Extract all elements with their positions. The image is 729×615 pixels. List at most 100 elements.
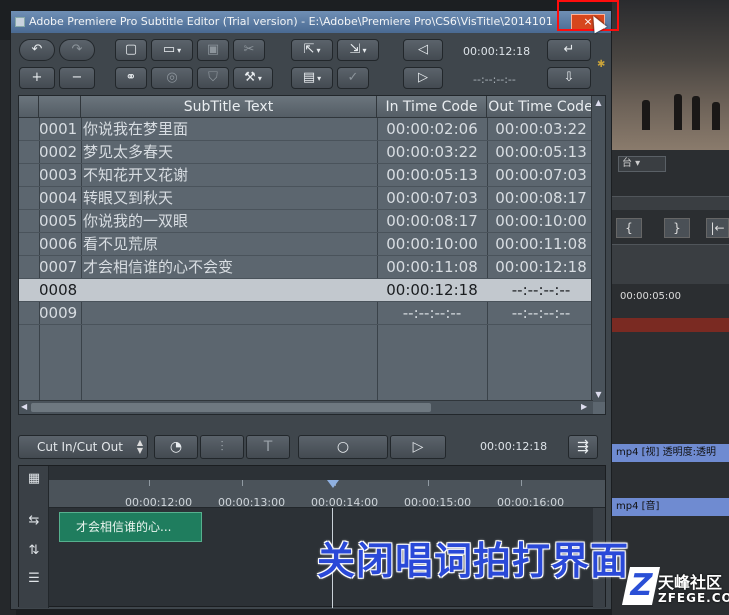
row-text[interactable]: 梦见太多春天 [81, 141, 377, 164]
shield-button[interactable]: ⛉ [197, 67, 229, 89]
table-row[interactable]: 0009 --:--:--:-- --:--:--:-- [19, 302, 593, 325]
row-out-time[interactable]: 00:00:11:08 [487, 233, 595, 256]
table-row[interactable]: 0003 不知花开又花谢 00:00:05:13 00:00:07:03 [19, 164, 593, 187]
vertical-arrows-icon[interactable]: ⇅ [25, 542, 43, 560]
table-row-selected[interactable]: 0008 00:00:12:18 --:--:--:-- [19, 279, 593, 302]
scroll-up-icon[interactable]: ▲ [594, 98, 603, 108]
gear-icon[interactable]: ✱ [597, 59, 605, 70]
go-to-in-button[interactable]: |← [706, 218, 729, 238]
mode-value: Cut In/Cut Out [37, 440, 123, 454]
table-row[interactable]: 0004 转眼又到秋天 00:00:07:03 00:00:08:17 [19, 187, 593, 210]
merge-row-button[interactable]: ⇩ [547, 67, 591, 89]
undo-button[interactable]: ↶ [19, 39, 55, 61]
open-folder-button[interactable]: ▭ ▾ [151, 39, 193, 61]
keyboard-button[interactable]: ▤ ▾ [291, 67, 333, 89]
table-vertical-scrollbar[interactable]: ▲ ▼ [591, 96, 605, 402]
bracket-right-button[interactable]: } [664, 218, 690, 238]
row-in-time[interactable]: 00:00:07:03 [377, 187, 487, 210]
row-text[interactable] [81, 279, 377, 302]
row-in-time[interactable]: 00:00:02:06 [377, 118, 487, 141]
background-audio-clip[interactable]: mp4 [音] [612, 498, 729, 516]
insert-row-button[interactable]: ↵ [547, 39, 591, 61]
background-video-clip[interactable]: mp4 [视] 透明度:透明 [612, 444, 729, 462]
ruler-label: 00:00:12:00 [125, 496, 193, 509]
row-in-time[interactable]: 00:00:05:13 [377, 164, 487, 187]
row-out-time[interactable]: 00:00:03:22 [487, 118, 595, 141]
row-out-time[interactable]: 00:00:07:03 [487, 164, 595, 187]
row-id: 0004 [39, 189, 78, 207]
add-row-button[interactable]: + [19, 67, 55, 89]
out-time-header[interactable]: Out Time Code [487, 96, 595, 118]
table-horizontal-scrollbar[interactable]: ◀ ▶ [19, 400, 593, 414]
row-text[interactable]: 你说我的一双眼 [81, 210, 377, 233]
speed-button[interactable]: ◔ [154, 435, 198, 459]
table-row[interactable]: 0007 才会相信谁的心不会变 00:00:11:08 00:00:12:18 [19, 256, 593, 279]
row-in-time[interactable]: 00:00:03:22 [377, 141, 487, 164]
row-text[interactable]: 才会相信谁的心不会变 [81, 256, 377, 279]
row-header-corner [19, 96, 39, 118]
scroll-left-icon[interactable]: ◀ [21, 402, 27, 411]
tools-button[interactable]: ⚒ ▾ [233, 67, 273, 89]
mark-out-button[interactable]: ▷ [403, 67, 443, 89]
text-tool-button[interactable]: T [246, 435, 290, 459]
table-row[interactable]: 0001 你说我在梦里面 00:00:02:06 00:00:03:22 [19, 118, 593, 141]
redo-button[interactable]: ↷ [59, 39, 95, 61]
spinner-icon[interactable]: ▲ ▼ [137, 439, 143, 455]
row-out-time[interactable]: 00:00:05:13 [487, 141, 595, 164]
scrollbar-thumb[interactable] [31, 403, 431, 412]
mode-select[interactable]: Cut In/Cut Out ▲ ▼ [18, 435, 148, 459]
scroll-right-icon[interactable]: ▶ [581, 402, 587, 411]
row-out-time[interactable]: 00:00:12:18 [487, 256, 595, 279]
scroll-down-icon[interactable]: ▼ [594, 390, 603, 400]
mark-in-icon: ◁ [418, 42, 428, 57]
new-file-button[interactable]: ▢ [115, 39, 147, 61]
subtitle-text-header[interactable]: SubTitle Text [81, 96, 377, 118]
row-text[interactable] [81, 302, 377, 325]
window-title: Adobe Premiere Pro Subtitle Editor (Tria… [29, 15, 553, 28]
remove-row-button[interactable]: − [59, 67, 95, 89]
row-text[interactable]: 你说我在梦里面 [81, 118, 377, 141]
table-row[interactable]: 0005 你说我的一双眼 00:00:08:17 00:00:10:00 [19, 210, 593, 233]
export-button[interactable]: ⇲ ▾ [337, 39, 379, 61]
window-titlebar[interactable]: Adobe Premiere Pro Subtitle Editor (Tria… [11, 11, 611, 33]
row-id: 0006 [39, 235, 78, 253]
table-row[interactable]: 0006 看不见荒原 00:00:10:00 00:00:11:08 [19, 233, 593, 256]
split-icon[interactable]: ⇆ [25, 512, 43, 530]
save-button[interactable]: ▣ [197, 39, 229, 61]
watermark-logo: Z [621, 567, 661, 605]
zoom-button[interactable]: ◎ [151, 67, 193, 89]
row-in-time[interactable]: 00:00:10:00 [377, 233, 487, 256]
row-in-time[interactable]: 00:00:11:08 [377, 256, 487, 279]
cut-button[interactable]: ✂ [233, 39, 265, 61]
row-out-time[interactable]: 00:00:08:17 [487, 187, 595, 210]
sync-button[interactable]: ⇶ [568, 435, 598, 459]
find-button[interactable]: ⚭ [115, 67, 147, 89]
row-out-time[interactable]: --:--:--:-- [487, 302, 595, 325]
check-button[interactable]: ✓ [337, 67, 369, 89]
row-text[interactable]: 转眼又到秋天 [81, 187, 377, 210]
row-text[interactable]: 看不见荒原 [81, 233, 377, 256]
subtitle-clip[interactable]: 才会相信谁的心... [59, 512, 202, 542]
highlight-box [557, 0, 619, 31]
record-button[interactable]: ○ [298, 435, 388, 459]
grid-icon[interactable]: ▦ [25, 470, 43, 488]
bracket-left-button[interactable]: { [616, 218, 642, 238]
layers-icon[interactable]: ☰ [25, 570, 43, 588]
row-out-time[interactable]: 00:00:10:00 [487, 210, 595, 233]
play-button[interactable]: ▷ [390, 435, 446, 459]
mark-in-button[interactable]: ◁ [403, 39, 443, 61]
row-text[interactable]: 不知花开又花谢 [81, 164, 377, 187]
align-button[interactable]: ⫶ [200, 435, 244, 459]
in-time-header[interactable]: In Time Code [377, 96, 487, 118]
playhead-icon[interactable] [327, 480, 339, 488]
table-row[interactable]: 0002 梦见太多春天 00:00:03:22 00:00:05:13 [19, 141, 593, 164]
background-strip-2 [612, 244, 729, 284]
row-in-time[interactable]: 00:00:12:18 [377, 279, 487, 302]
row-in-time[interactable]: --:--:--:-- [377, 302, 487, 325]
row-in-time[interactable]: 00:00:08:17 [377, 210, 487, 233]
ruler-label: 00:00:16:00 [497, 496, 565, 509]
import-button[interactable]: ⇱ ▾ [291, 39, 333, 61]
background-dropdown[interactable]: 台 ▾ [618, 156, 666, 172]
import-icon: ⇱ [303, 42, 315, 57]
row-out-time[interactable]: --:--:--:-- [487, 279, 595, 302]
